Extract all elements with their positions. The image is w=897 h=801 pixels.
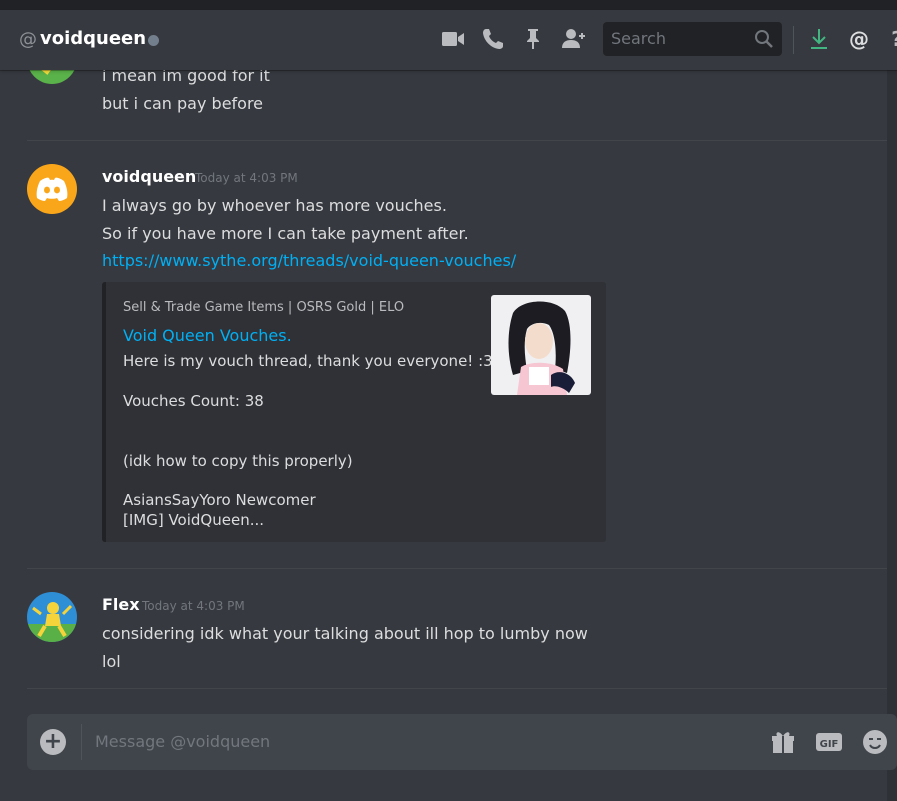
embed-provider: Sell & Trade Game Items | OSRS Gold | EL…: [123, 300, 405, 315]
embed-thumbnail[interactable]: [491, 295, 591, 395]
message-text: I always go by whoever has more vouches.: [102, 196, 447, 215]
mentions-icon[interactable]: @: [846, 26, 872, 52]
status-offline-indicator: [148, 35, 159, 46]
svg-text:@: @: [849, 27, 869, 51]
search-input[interactable]: Search: [603, 22, 782, 56]
svg-text:?: ?: [891, 27, 897, 51]
scrollbar-track[interactable]: [887, 70, 897, 801]
message-divider: [27, 568, 887, 569]
emoji-icon[interactable]: [861, 728, 889, 756]
message-input[interactable]: Message @voidqueen: [95, 732, 270, 751]
message-author[interactable]: voidqueen: [102, 167, 196, 186]
pin-icon[interactable]: [520, 26, 546, 52]
add-friend-to-dm-icon[interactable]: [560, 26, 586, 52]
message-timestamp: Today at 4:03 PM: [142, 599, 245, 613]
message-list: i mean im good for it but i can pay befo…: [0, 70, 887, 710]
message-author[interactable]: Flex: [102, 595, 140, 614]
avatar-flex[interactable]: [27, 592, 77, 642]
search-icon: [754, 29, 774, 49]
message-text: considering idk what your talking about …: [102, 624, 588, 643]
channel-header: @ voidqueen Search @ ?: [0, 10, 897, 70]
gift-icon[interactable]: [769, 728, 797, 756]
embed-description: (idk how to copy this properly): [123, 452, 353, 470]
voice-call-icon[interactable]: [480, 26, 506, 52]
message-text: but i can pay before: [102, 94, 264, 113]
header-divider: [793, 26, 794, 54]
svg-text:GIF: GIF: [820, 739, 839, 750]
gif-icon[interactable]: GIF: [815, 728, 843, 756]
at-icon: @: [19, 29, 37, 50]
embed-description: Vouches Count: 38: [123, 392, 264, 410]
avatar-flex-partial[interactable]: [27, 70, 77, 84]
upload-plus-icon[interactable]: +: [40, 729, 66, 755]
link-embed: Sell & Trade Game Items | OSRS Gold | EL…: [102, 282, 606, 542]
message-composer: + Message @voidqueen GIF: [27, 714, 897, 770]
message-text: lol: [102, 652, 121, 671]
avatar-voidqueen[interactable]: [27, 164, 77, 214]
download-icon[interactable]: [806, 26, 832, 52]
window-top-strip: [0, 0, 897, 10]
message-divider: [27, 688, 887, 689]
message-divider: [27, 140, 887, 141]
help-icon[interactable]: ?: [884, 26, 897, 52]
embed-description: [IMG] VoidQueen...: [123, 511, 265, 529]
embed-title-link[interactable]: Void Queen Vouches.: [123, 326, 292, 345]
vouch-thread-link[interactable]: https://www.sythe.org/threads/void-queen…: [102, 251, 516, 270]
message-timestamp: Today at 4:03 PM: [195, 171, 298, 185]
composer-divider: [81, 724, 82, 760]
video-call-icon[interactable]: [440, 26, 466, 52]
embed-description: AsiansSayYoro Newcomer: [123, 491, 316, 509]
dm-username[interactable]: voidqueen: [40, 28, 146, 49]
message-text: i mean im good for it: [102, 70, 270, 85]
embed-description: Here is my vouch thread, thank you every…: [123, 352, 493, 370]
message-text: So if you have more I can take payment a…: [102, 224, 469, 243]
